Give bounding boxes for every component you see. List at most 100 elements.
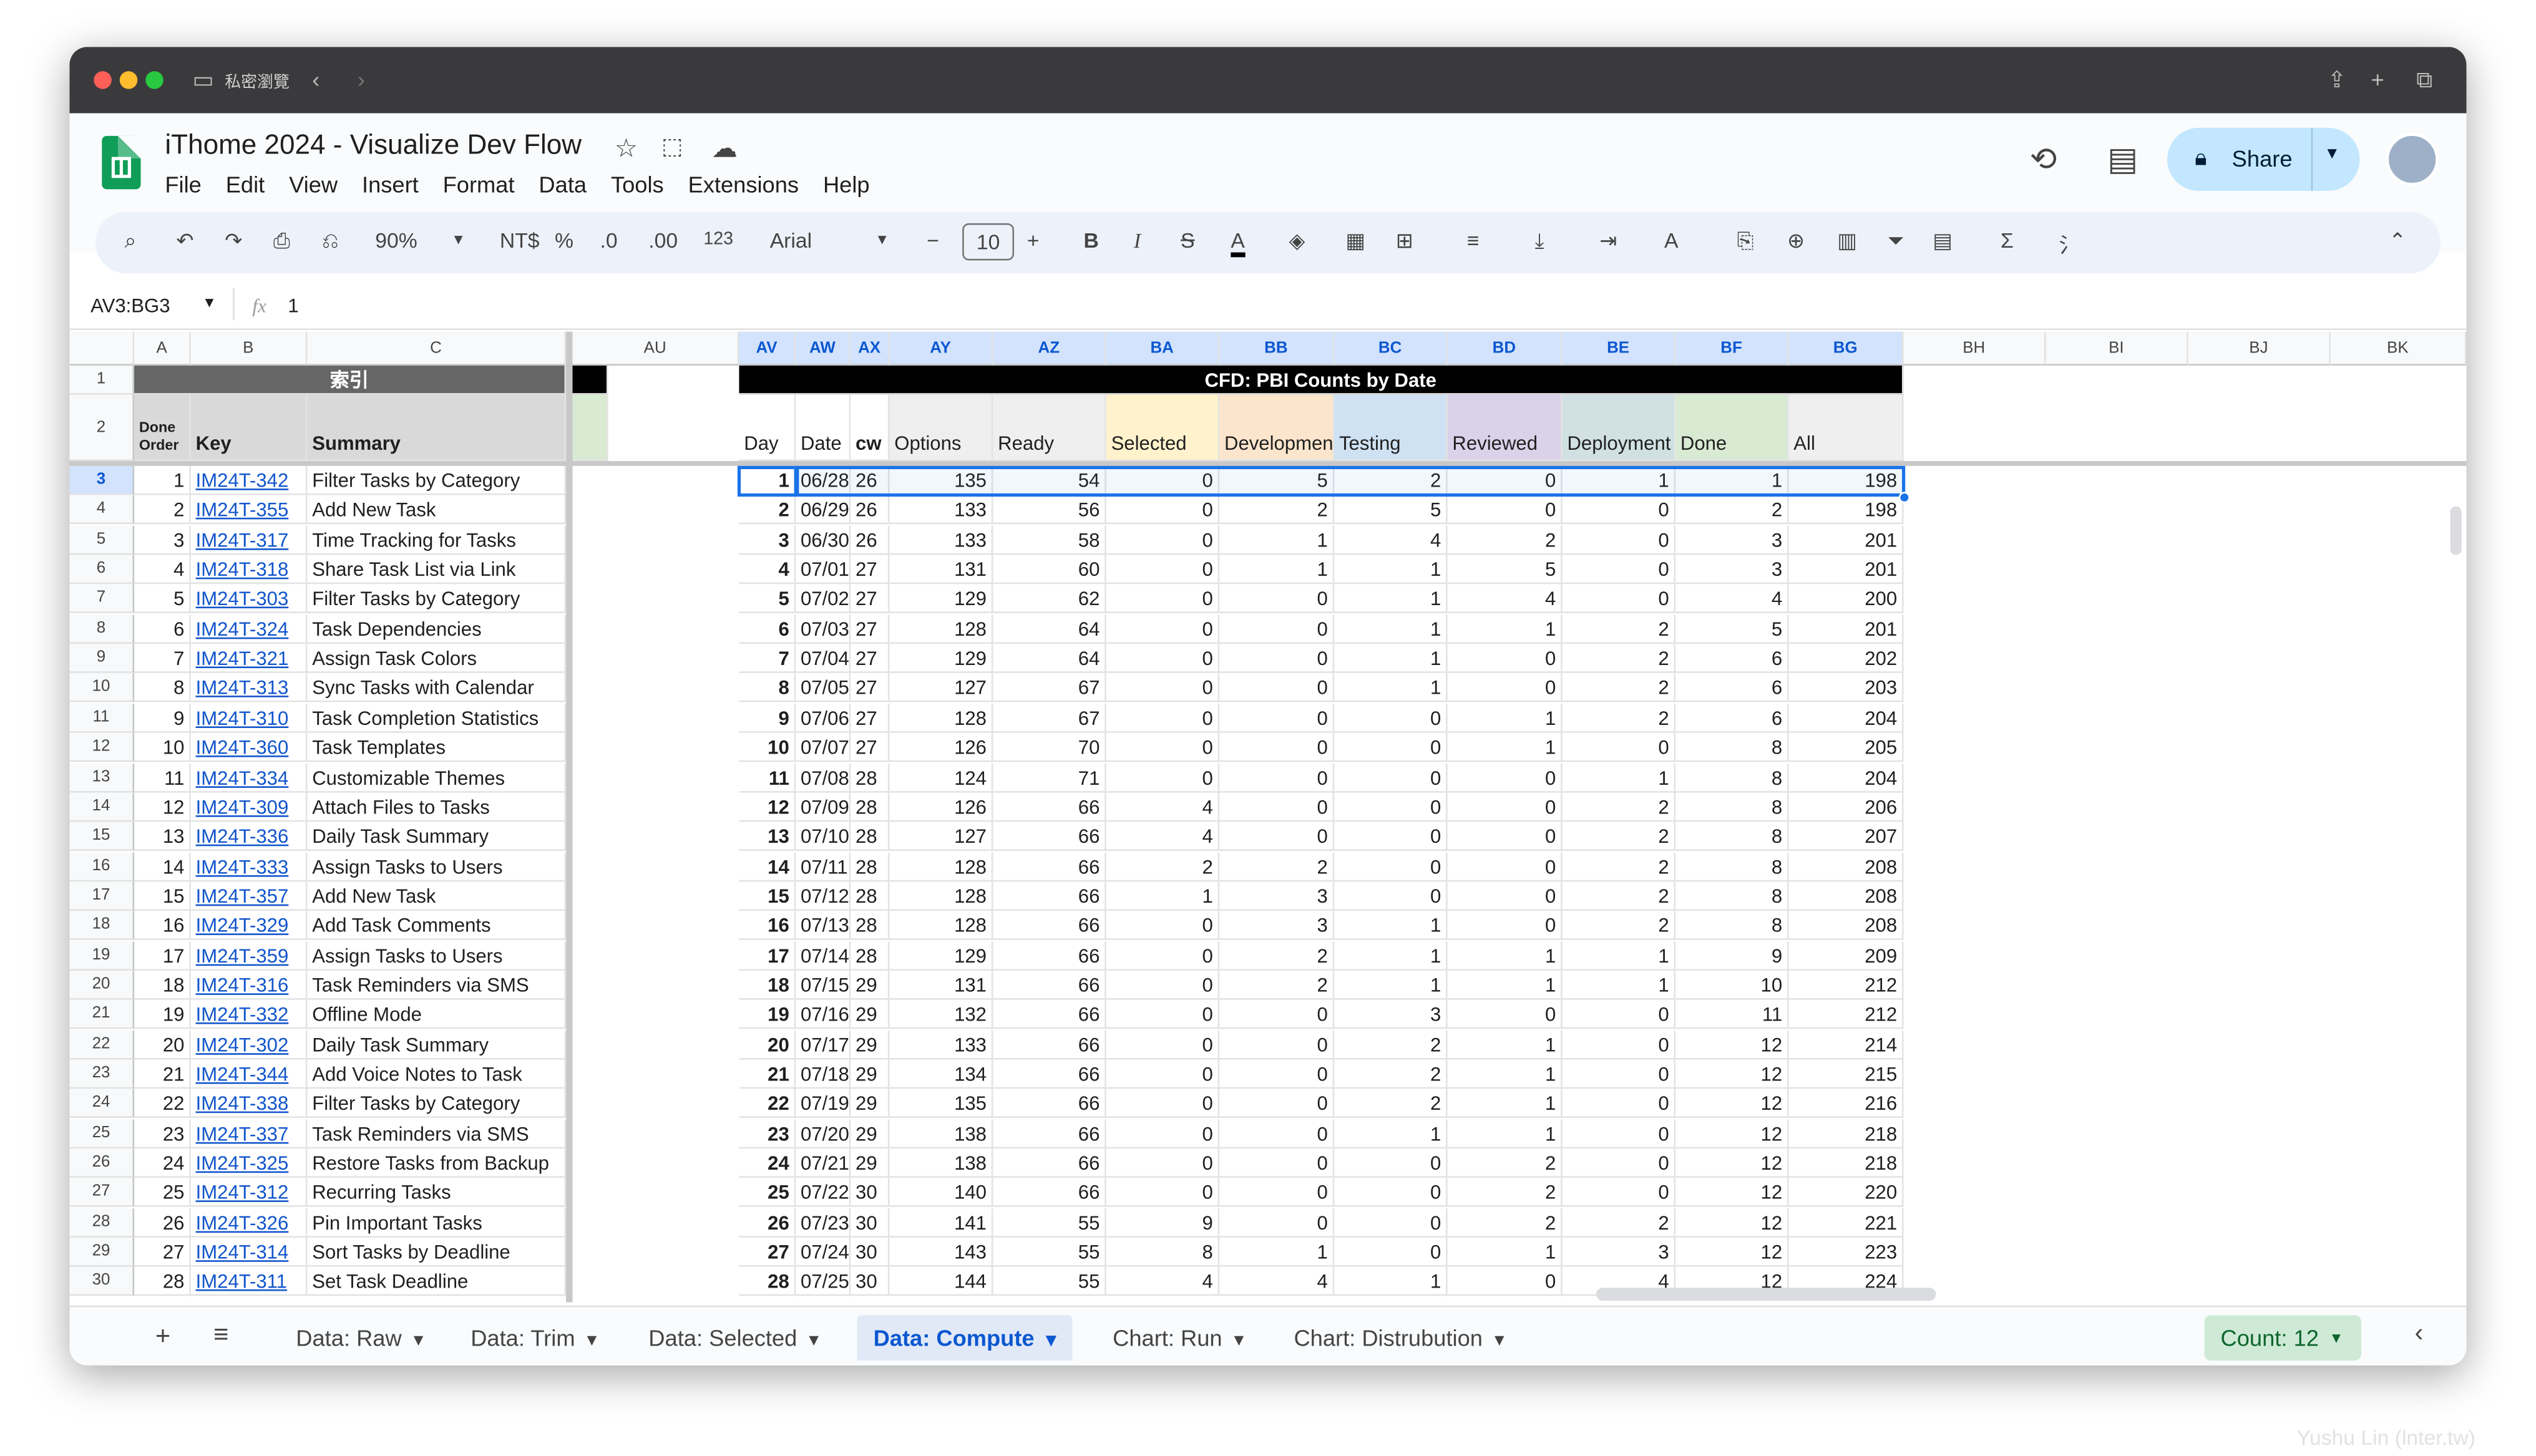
column-header-bg[interactable]: BG (1788, 331, 1904, 366)
comments-icon[interactable]: ▤ (2107, 139, 2138, 180)
menu-extensions[interactable]: Extensions (688, 172, 799, 197)
vertical-align-icon[interactable]: ⤓ (1535, 228, 1544, 254)
key-link[interactable]: IM24T-326 (190, 1208, 308, 1238)
key-link[interactable]: IM24T-337 (190, 1119, 308, 1148)
share-button[interactable]: 🔒︎ Share ▼ (2167, 127, 2360, 192)
sheet-tab-menu-icon[interactable]: ▾ (408, 1328, 424, 1351)
vertical-scrollbar[interactable] (2450, 506, 2462, 555)
row-header[interactable]: 14 (69, 792, 135, 822)
font-dropdown-icon[interactable]: ▼ (875, 231, 889, 248)
row-header[interactable]: 25 (69, 1119, 135, 1148)
decrease-decimal-button[interactable]: .0 (600, 228, 618, 253)
add-sheet-icon[interactable]: + (155, 1323, 170, 1352)
cloud-status-icon[interactable]: ☁ (711, 133, 737, 165)
row-header[interactable]: 1 (69, 366, 135, 395)
share-dropdown-icon[interactable]: ▼ (2324, 145, 2340, 163)
key-link[interactable]: IM24T-336 (190, 822, 308, 852)
column-header-az[interactable]: AZ (993, 331, 1106, 366)
row-header[interactable]: 24 (69, 1089, 135, 1119)
menu-insert[interactable]: Insert (362, 172, 419, 197)
row-header[interactable]: 28 (69, 1208, 135, 1238)
fill-handle[interactable] (1898, 492, 1910, 503)
key-link[interactable]: IM24T-312 (190, 1178, 308, 1208)
selection-count-badge[interactable]: Count: 12 ▼ (2204, 1315, 2362, 1361)
decrease-font-size-icon[interactable]: − (927, 228, 939, 253)
avatar[interactable] (2385, 132, 2439, 187)
input-tools-icon[interactable]: ⺡ (2059, 228, 2080, 259)
zoom-select[interactable]: 90% (375, 228, 417, 253)
menu-tools[interactable]: Tools (611, 172, 664, 197)
undo-icon[interactable]: ↶ (177, 228, 194, 254)
spreadsheet-grid[interactable]: A B C AU AV AW AX AY AZ BA BB BC BD BE BF BG BH BI BJ BK 1 2 索… (69, 331, 2467, 1303)
row-header[interactable]: 30 (69, 1267, 135, 1297)
horizontal-align-icon[interactable]: ≡ (1467, 228, 1480, 253)
key-link[interactable]: IM24T-309 (190, 792, 308, 822)
column-header-av[interactable]: AV (739, 331, 796, 366)
row-header[interactable]: 10 (69, 673, 135, 703)
key-link[interactable]: IM24T-302 (190, 1030, 308, 1059)
row-header[interactable]: 9 (69, 644, 135, 674)
row-header[interactable]: 19 (69, 941, 135, 970)
column-header-ax[interactable]: AX (851, 331, 890, 366)
sheet-tab-menu-icon[interactable]: ▾ (1489, 1328, 1505, 1351)
key-link[interactable]: IM24T-314 (190, 1238, 308, 1267)
document-title[interactable]: iThome 2024 - Visualize Dev Flow (165, 129, 582, 162)
menu-help[interactable]: Help (823, 172, 870, 197)
star-icon[interactable]: ☆ (615, 133, 638, 165)
key-link[interactable]: IM24T-360 (190, 733, 308, 762)
row-header[interactable]: 5 (69, 525, 135, 555)
row-header[interactable]: 8 (69, 614, 135, 644)
row-header[interactable]: 12 (69, 733, 135, 762)
key-link[interactable]: IM24T-338 (190, 1089, 308, 1119)
column-header-a[interactable]: A (134, 331, 191, 366)
horizontal-scrollbar[interactable] (1596, 1288, 1936, 1301)
menu-edit[interactable]: Edit (226, 172, 265, 197)
key-link[interactable]: IM24T-318 (190, 555, 308, 585)
row-header[interactable]: 4 (69, 495, 135, 525)
active-cell[interactable] (737, 465, 797, 497)
more-formats-button[interactable]: 123 (703, 230, 733, 249)
key-link[interactable]: IM24T-344 (190, 1059, 308, 1089)
select-all-corner[interactable] (69, 331, 135, 366)
sheet-tab[interactable]: Data: Trim ▾ (454, 1315, 613, 1361)
column-header-ba[interactable]: BA (1106, 331, 1220, 366)
key-link[interactable]: IM24T-316 (190, 970, 308, 1000)
search-menus-icon[interactable]: ⌕ (125, 228, 137, 254)
column-header-bh[interactable]: BH (1903, 331, 2046, 366)
column-header-bc[interactable]: BC (1334, 331, 1448, 366)
key-link[interactable]: IM24T-359 (190, 941, 308, 970)
insert-link-icon[interactable]: ⎘ (1737, 228, 1754, 254)
sheet-tab-menu-icon[interactable]: ▾ (1229, 1328, 1244, 1351)
column-header-aw[interactable]: AW (796, 331, 851, 366)
menu-format[interactable]: Format (443, 172, 515, 197)
minimize-window-button[interactable] (119, 71, 138, 89)
row-header[interactable]: 22 (69, 1030, 135, 1059)
key-link[interactable]: IM24T-321 (190, 644, 308, 674)
sidebar-icon[interactable]: ▭ (192, 63, 213, 95)
row-header[interactable]: 20 (69, 970, 135, 1000)
column-header-c[interactable]: C (307, 331, 567, 366)
key-link[interactable]: IM24T-325 (190, 1148, 308, 1178)
column-header-b[interactable]: B (190, 331, 308, 366)
sheet-tab[interactable]: Data: Compute ▾ (857, 1315, 1073, 1361)
column-header-be[interactable]: BE (1562, 331, 1676, 366)
font-family-select[interactable]: Arial (770, 228, 812, 253)
collapse-toolbar-icon[interactable]: ⌃ (2389, 228, 2406, 254)
key-link[interactable]: IM24T-303 (190, 585, 308, 614)
row-header[interactable]: 6 (69, 555, 135, 585)
filter-views-icon[interactable]: ▤ (1933, 228, 1953, 254)
tab-overview-icon[interactable]: ⧉ (2416, 63, 2432, 95)
column-header-bk[interactable]: BK (2330, 331, 2467, 366)
italic-icon[interactable]: I (1134, 228, 1141, 254)
filter-icon[interactable]: ⏷ (1888, 228, 1904, 254)
row-header[interactable]: 2 (69, 394, 135, 462)
key-link[interactable]: IM24T-332 (190, 1000, 308, 1030)
new-tab-icon[interactable]: + (2371, 63, 2384, 95)
key-link[interactable]: IM24T-333 (190, 852, 308, 881)
row-header[interactable]: 3 (69, 465, 135, 495)
forward-icon[interactable]: › (358, 63, 365, 95)
column-header-au[interactable]: AU (572, 331, 739, 366)
sheet-tab-menu-icon[interactable]: ▾ (1041, 1328, 1056, 1351)
google-sheets-logo[interactable] (102, 135, 141, 190)
zoom-window-button[interactable] (145, 71, 163, 89)
